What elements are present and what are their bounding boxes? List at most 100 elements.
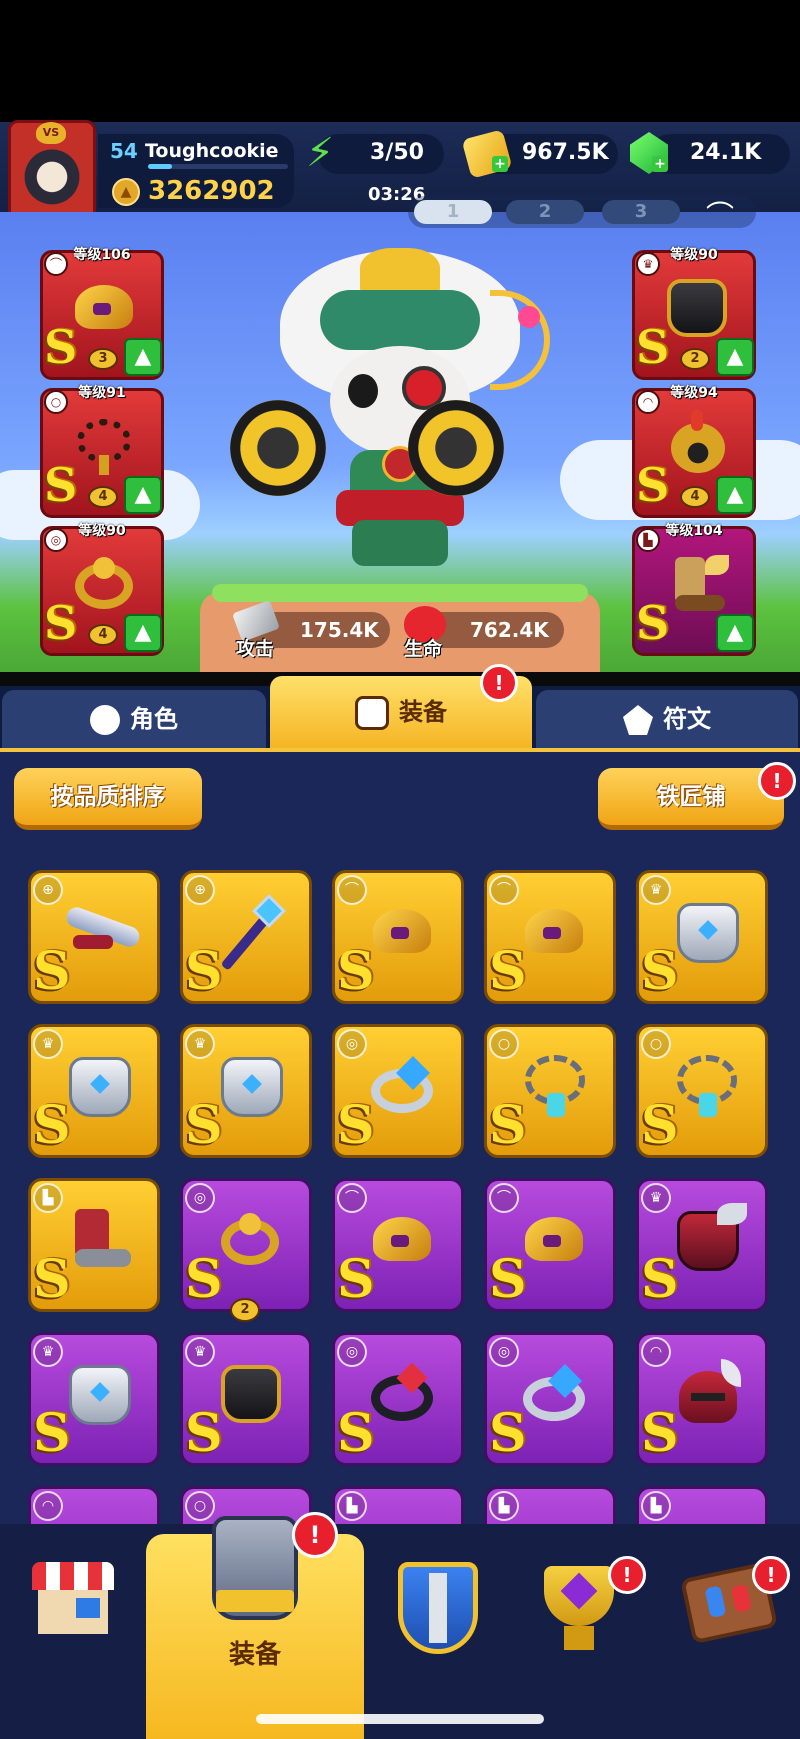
- upgrade-arrow-button[interactable]: ▲: [716, 476, 754, 514]
- slot-type-icon: ⌒: [44, 252, 68, 276]
- grade-s-badge: S: [641, 1249, 679, 1310]
- item-type-icon: ♛: [641, 1183, 671, 1213]
- upgrade-arrow-button[interactable]: ▲: [716, 338, 754, 376]
- inventory-item[interactable]: ▙: [332, 1486, 464, 1524]
- inventory-item[interactable]: ♛ S: [180, 1024, 312, 1158]
- item-type-icon: ▙: [641, 1491, 671, 1521]
- grade-s-badge: S: [185, 1403, 223, 1464]
- pedestal-grass: [212, 584, 588, 602]
- trophy-gem-icon: [560, 1572, 598, 1610]
- tab-rune[interactable]: 符文: [536, 690, 798, 748]
- grade-s-badge: S: [44, 596, 78, 650]
- grade-s-badge: S: [636, 596, 670, 650]
- player-level: 54: [110, 139, 138, 163]
- item-type-icon: ▙: [489, 1491, 519, 1521]
- item-type-icon: ◠: [33, 1491, 63, 1521]
- add-gold-icon[interactable]: +: [492, 156, 508, 172]
- inventory-item[interactable]: ◠: [28, 1486, 160, 1524]
- item-type-icon: ⌒: [489, 875, 519, 905]
- slot-type-icon: ◎: [44, 528, 68, 552]
- equip-tab-alert-badge: !: [480, 664, 518, 702]
- star-count-badge: 2: [680, 348, 710, 370]
- grade-s-badge: S: [337, 1403, 375, 1464]
- face-icon: [90, 705, 120, 735]
- inventory-item[interactable]: ▙: [636, 1486, 768, 1524]
- inventory-item[interactable]: ▙ S: [28, 1178, 160, 1312]
- tab-rune-label: 符文: [663, 705, 711, 733]
- item-type-icon: ⌒: [489, 1183, 519, 1213]
- trophy-alert-badge: !: [608, 1556, 646, 1594]
- inventory-item[interactable]: ⌒ S: [484, 1178, 616, 1312]
- slot-type-icon: ♛: [636, 252, 660, 276]
- item-type-icon: ♛: [185, 1337, 215, 1367]
- hp-value: 762.4K: [470, 618, 549, 642]
- inventory-item[interactable]: ♛ S: [636, 870, 768, 1004]
- grade-s-badge: S: [337, 1249, 375, 1310]
- upgrade-arrow-button[interactable]: ▲: [124, 476, 162, 514]
- inventory-item[interactable]: ○ S: [484, 1024, 616, 1158]
- armor-icon: [355, 696, 389, 730]
- item-type-icon: ⌒: [337, 1183, 367, 1213]
- grade-s-badge: S: [636, 458, 670, 512]
- grade-s-badge: S: [337, 1095, 375, 1156]
- red-piece-icon: [730, 1583, 752, 1613]
- inventory-item[interactable]: ◠ S: [636, 1332, 768, 1466]
- board-alert-badge: !: [752, 1556, 790, 1594]
- tab-equip-label: 装备: [399, 698, 447, 726]
- hp-label: 生命: [404, 638, 443, 660]
- energy-value: 3/50: [370, 140, 424, 165]
- inventory-item[interactable]: ◎ S: [332, 1024, 464, 1158]
- player-power: 3262902: [148, 176, 275, 206]
- grade-s-badge: S: [44, 320, 78, 374]
- hanger-icon[interactable]: ⌒: [706, 194, 734, 234]
- loadout-tab-3[interactable]: 3: [602, 200, 680, 224]
- item-type-icon: ○: [641, 1029, 671, 1059]
- armor-gold-trim: [216, 1590, 294, 1612]
- hat-face: [320, 290, 480, 350]
- shield-nav-button[interactable]: [398, 1562, 478, 1654]
- grade-s-badge: S: [33, 1249, 71, 1310]
- helmet-icon: [53, 1503, 149, 1524]
- inventory-item[interactable]: ▙: [484, 1486, 616, 1524]
- inventory-item[interactable]: ♛ S: [180, 1332, 312, 1466]
- inventory-item[interactable]: ◎ S: [332, 1332, 464, 1466]
- inventory-item[interactable]: ♛ S: [636, 1178, 768, 1312]
- slot-type-icon: ○: [44, 390, 68, 414]
- inventory-item[interactable]: ⌒ S: [332, 870, 464, 1004]
- upgrade-arrow-button[interactable]: ▲: [716, 614, 754, 652]
- loadout-tab-2[interactable]: 2: [506, 200, 584, 224]
- inventory-item[interactable]: ⊕ S: [180, 870, 312, 1004]
- item-type-icon: ▙: [337, 1491, 367, 1521]
- item-type-icon: ○: [489, 1029, 519, 1059]
- grade-s-badge: S: [489, 941, 527, 1002]
- inventory-item[interactable]: ⌒ S: [332, 1178, 464, 1312]
- blacksmith-button[interactable]: 铁匠铺: [598, 768, 784, 830]
- boot-icon: [661, 1503, 757, 1524]
- shop-nav-button[interactable]: [32, 1562, 114, 1636]
- heart-gem: [518, 306, 540, 328]
- tab-role[interactable]: 角色: [2, 690, 266, 748]
- inventory-item[interactable]: ♛ S: [28, 1332, 160, 1466]
- add-gem-icon[interactable]: +: [652, 156, 668, 172]
- star-count-badge: 4: [88, 486, 118, 508]
- grade-s-badge: S: [33, 941, 71, 1002]
- inventory-item[interactable]: ⊕ S: [28, 870, 160, 1004]
- avatar-vs-badge: VS: [36, 122, 66, 144]
- item-type-icon: ◎: [489, 1337, 519, 1367]
- attack-label: 攻击: [236, 638, 275, 660]
- inventory-item[interactable]: ◎ S: [484, 1332, 616, 1466]
- grade-s-badge: S: [185, 1249, 223, 1310]
- sort-by-quality-button[interactable]: 按品质排序: [14, 768, 202, 830]
- grade-s-badge: S: [33, 1403, 71, 1464]
- inventory-item[interactable]: ◎ S: [180, 1178, 312, 1312]
- right-gauntlet: [408, 400, 504, 496]
- item-type-icon: ⊕: [185, 875, 215, 905]
- loadout-tab-1[interactable]: 1: [414, 200, 492, 224]
- hero-character[interactable]: [230, 248, 560, 580]
- inventory-item[interactable]: ♛ S: [28, 1024, 160, 1158]
- upgrade-arrow-button[interactable]: ▲: [124, 614, 162, 652]
- inventory-item[interactable]: ⌒ S: [484, 870, 616, 1004]
- upgrade-arrow-button[interactable]: ▲: [124, 338, 162, 376]
- inventory-item[interactable]: ○ S: [636, 1024, 768, 1158]
- grade-s-badge: S: [641, 941, 679, 1002]
